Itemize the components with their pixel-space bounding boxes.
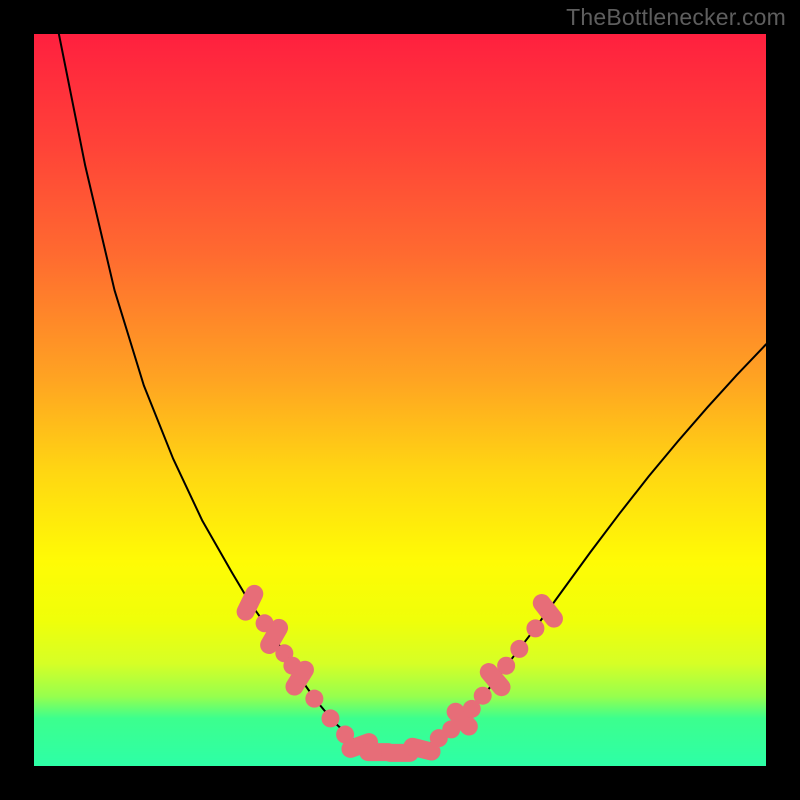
chart-svg bbox=[34, 34, 766, 766]
marker-dot bbox=[305, 690, 323, 708]
marker-dot bbox=[526, 619, 544, 637]
marker-dot bbox=[510, 640, 528, 658]
chart-frame: TheBottlenecker.com bbox=[0, 0, 800, 800]
marker-dot bbox=[474, 687, 492, 705]
marker-dot bbox=[321, 709, 339, 727]
gradient-bg bbox=[34, 34, 766, 766]
marker-dot bbox=[497, 657, 515, 675]
plot-area bbox=[34, 34, 766, 766]
watermark-text: TheBottlenecker.com bbox=[566, 4, 786, 31]
